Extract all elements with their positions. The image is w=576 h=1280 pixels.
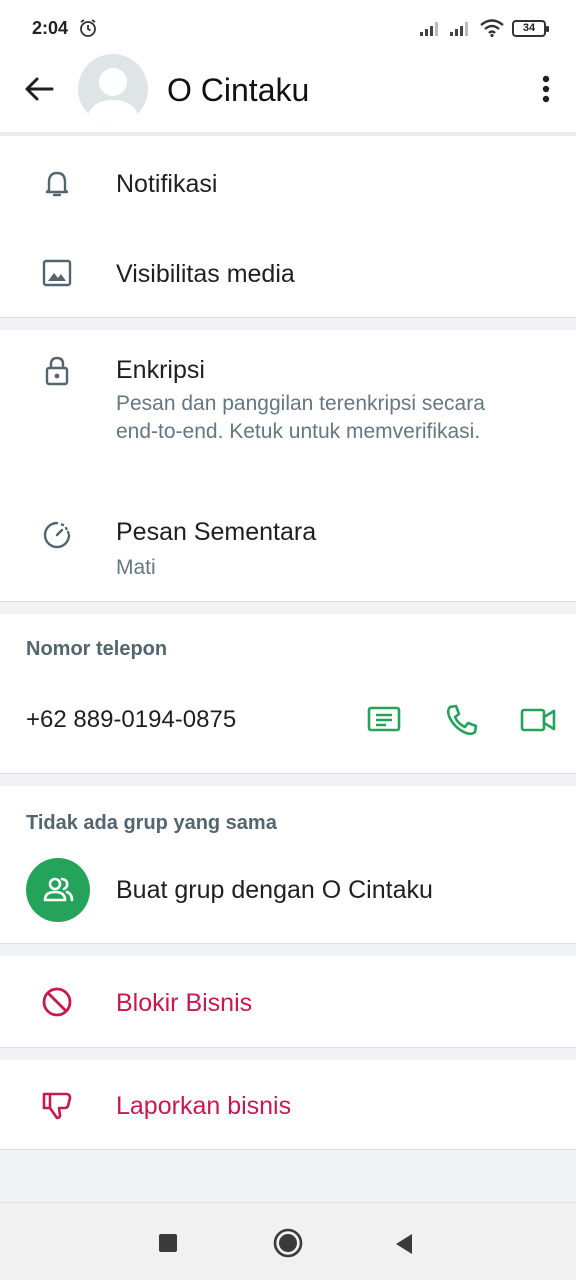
signal-icon — [420, 22, 438, 36]
battery-level: 34 — [522, 22, 536, 34]
notifications-label: Notifikasi — [116, 170, 218, 198]
notifications-row[interactable]: Notifikasi — [0, 136, 576, 228]
create-group-row[interactable]: Buat grup dengan O Cintaku — [0, 852, 576, 944]
phone-section-label: Nomor telepon — [26, 638, 168, 660]
block-business-row[interactable]: Blokir Bisnis — [0, 956, 576, 1048]
settings-card: Notifikasi Visibilitas media — [0, 136, 576, 318]
wifi-icon — [480, 19, 504, 37]
media-visibility-row[interactable]: Visibilitas media — [0, 228, 576, 318]
block-card: Blokir Bisnis — [0, 956, 576, 1048]
encryption-description: Pesan dan panggilan terenkripsi secara e… — [116, 392, 485, 443]
thumbs-down-icon — [42, 1092, 72, 1120]
back-triangle-icon[interactable] — [394, 1233, 414, 1255]
disappearing-messages-value: Mati — [116, 556, 156, 579]
signal-icon — [450, 22, 468, 36]
status-time: 2:04 — [32, 17, 69, 38]
group-people-icon — [43, 877, 74, 902]
privacy-card: Enkripsi Pesan dan panggilan terenkripsi… — [0, 330, 576, 602]
contact-header: O Cintaku — [0, 54, 576, 132]
more-vert-icon[interactable] — [542, 74, 550, 104]
groups-section-label: Tidak ada grup yang sama — [26, 812, 277, 834]
recents-square-icon[interactable] — [158, 1233, 178, 1253]
contact-name[interactable]: O Cintaku — [167, 72, 309, 109]
back-arrow-icon[interactable] — [22, 72, 56, 106]
encryption-row[interactable]: Enkripsi Pesan dan panggilan terenkripsi… — [0, 330, 576, 490]
lock-icon — [45, 356, 69, 386]
battery-icon: 34 — [512, 19, 549, 37]
group-icon — [26, 858, 90, 922]
report-business-label: Laporkan bisnis — [116, 1092, 292, 1120]
create-group-label: Buat grup dengan O Cintaku — [116, 876, 433, 904]
alarm-icon — [80, 19, 96, 37]
groups-card: Tidak ada grup yang sama Buat grup denga… — [0, 786, 576, 944]
disappearing-messages-label: Pesan Sementara — [116, 518, 317, 546]
timer-icon — [43, 521, 71, 549]
encryption-label: Enkripsi — [116, 356, 205, 384]
contact-info-screen: 2:04 34 O Cintaku Notifikasi Visibilitas… — [0, 0, 576, 1280]
image-icon — [42, 259, 72, 287]
block-icon — [42, 987, 72, 1017]
message-icon[interactable] — [366, 702, 402, 738]
phone-card: Nomor telepon +62 889-0194-0875 — [0, 614, 576, 774]
report-card: Laporkan bisnis — [0, 1060, 576, 1150]
bell-icon — [45, 171, 69, 197]
avatar-placeholder-icon — [86, 68, 140, 124]
call-icon[interactable] — [444, 702, 480, 738]
system-nav-bar — [0, 1202, 576, 1280]
video-call-icon[interactable] — [520, 702, 556, 738]
media-visibility-label: Visibilitas media — [116, 260, 295, 288]
block-business-label: Blokir Bisnis — [116, 989, 253, 1017]
disappearing-messages-row[interactable]: Pesan Sementara Mati — [0, 490, 576, 602]
avatar[interactable] — [78, 54, 148, 124]
status-bar: 2:04 34 — [0, 0, 576, 56]
home-circle-icon[interactable] — [272, 1227, 304, 1259]
report-business-row[interactable]: Laporkan bisnis — [0, 1060, 576, 1150]
phone-number[interactable]: +62 889-0194-0875 — [26, 706, 236, 734]
